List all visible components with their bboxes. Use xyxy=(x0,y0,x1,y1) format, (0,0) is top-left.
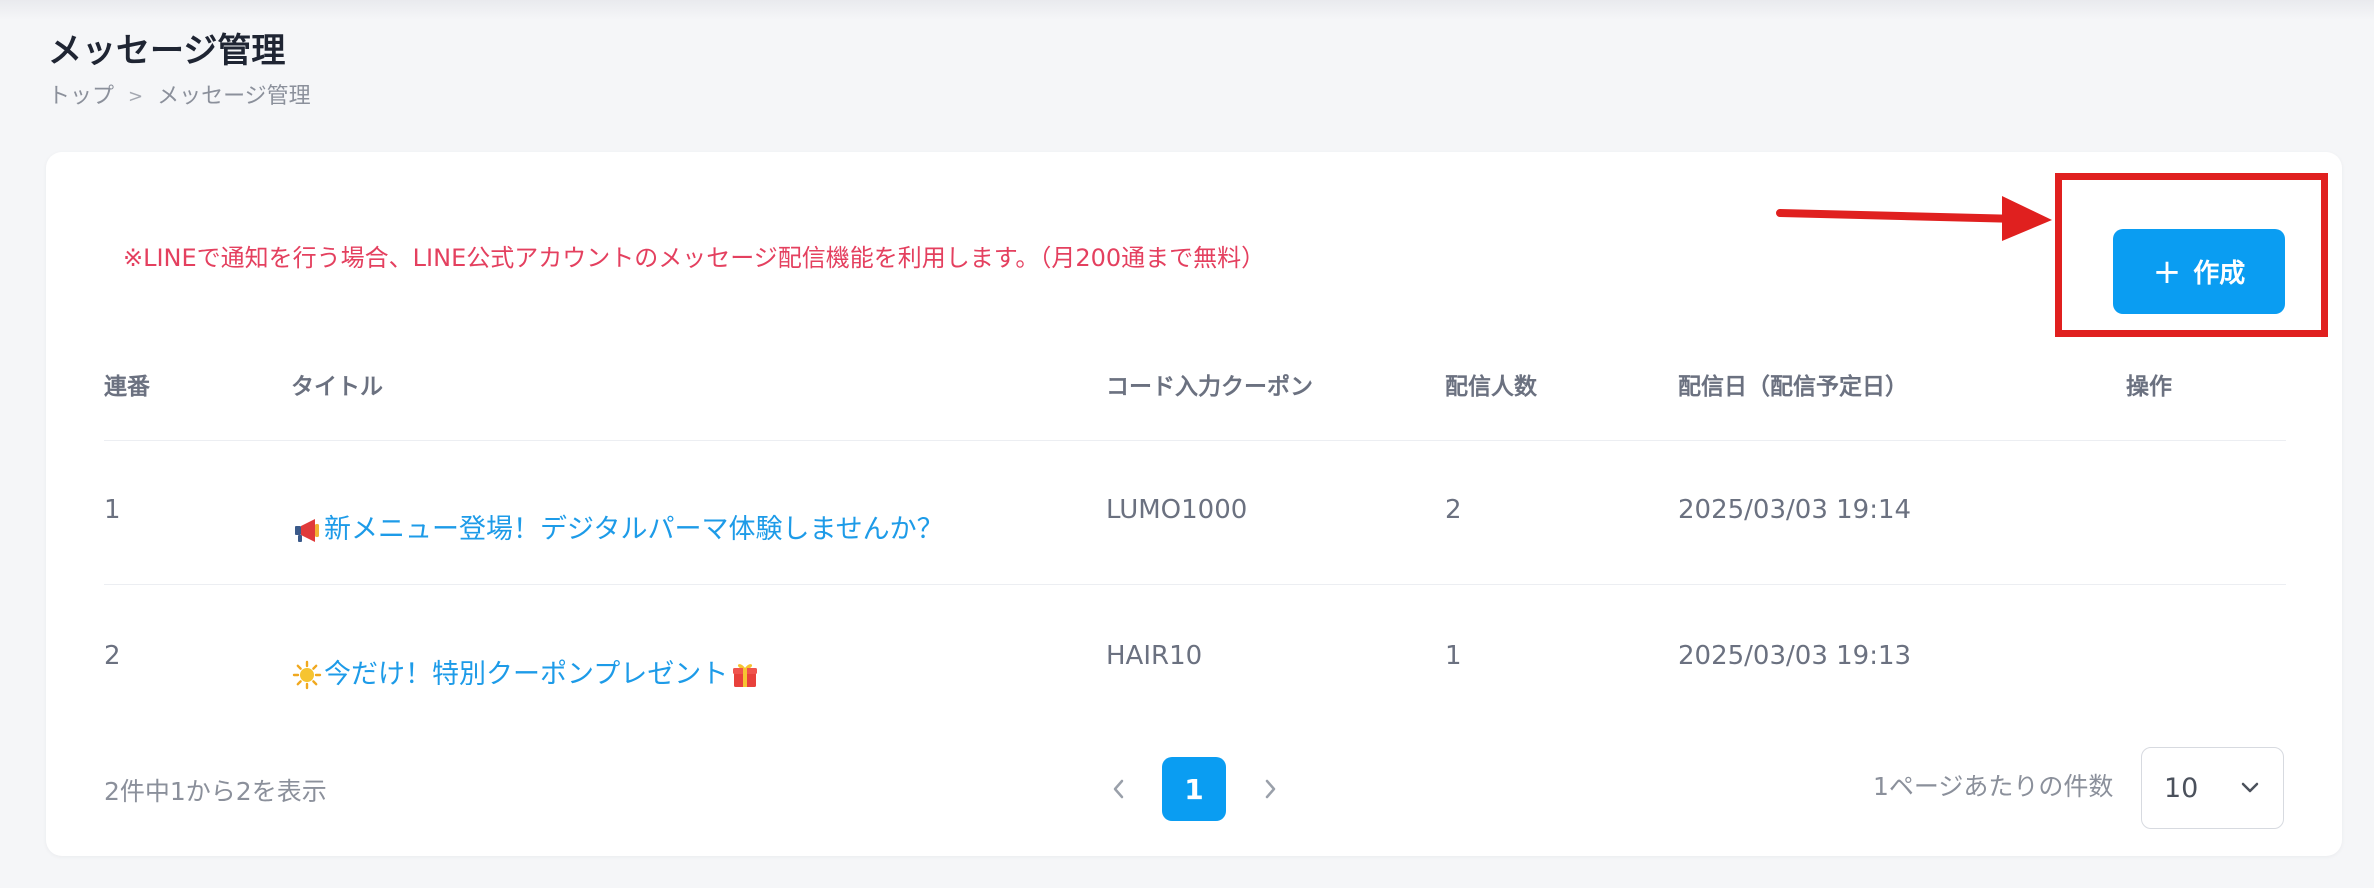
page-number-button[interactable]: 1 xyxy=(1162,757,1226,821)
breadcrumb-home-link[interactable]: トップ xyxy=(48,82,114,112)
column-header-date: 配信日（配信予定日） xyxy=(1678,374,1908,400)
coupon-code: HAIR10 xyxy=(1106,641,1203,671)
next-page-button[interactable] xyxy=(1250,764,1290,814)
sun-icon xyxy=(292,660,322,690)
top-shade xyxy=(0,0,2374,20)
coupon-code: LUMO1000 xyxy=(1106,495,1248,525)
recipient-count: 1 xyxy=(1445,641,1462,671)
per-page-select[interactable]: 10 xyxy=(2141,747,2284,829)
message-title-text: 今だけ！特別クーポンプレゼント xyxy=(324,659,729,690)
row-divider xyxy=(104,584,2286,585)
previous-page-button[interactable] xyxy=(1099,764,1139,814)
message-title-link[interactable]: 今だけ！特別クーポンプレゼント xyxy=(292,656,760,694)
column-header-no: 連番 xyxy=(104,374,150,400)
gift-icon xyxy=(733,664,758,687)
table-header-divider xyxy=(104,440,2286,441)
message-title-text: 新メニュー登場！デジタルパーマ体験しませんか？ xyxy=(324,514,944,545)
per-page-label: 1ページあたりの件数 xyxy=(1873,772,2114,801)
row-number: 2 xyxy=(104,641,121,671)
annotation-arrow xyxy=(1776,196,2052,241)
delivery-date: 2025/03/03 19:13 xyxy=(1678,641,1912,671)
delivery-date: 2025/03/03 19:14 xyxy=(1678,495,1912,525)
recipient-count: 2 xyxy=(1445,495,1462,525)
breadcrumb-separator: > xyxy=(128,86,144,107)
column-header-recipients: 配信人数 xyxy=(1445,374,1537,400)
message-title-link[interactable]: 新メニュー登場！デジタルパーマ体験しませんか？ xyxy=(292,511,944,549)
column-header-coupon: コード入力クーポン xyxy=(1106,374,1313,400)
create-button-label: 作成 xyxy=(2193,259,2246,289)
row-number: 1 xyxy=(104,495,121,525)
breadcrumb-current: メッセージ管理 xyxy=(157,84,311,109)
chevron-left-icon xyxy=(1113,779,1124,799)
megaphone-icon xyxy=(295,519,319,542)
chevron-down-icon xyxy=(2241,782,2259,793)
chevron-right-icon xyxy=(1265,779,1276,799)
pagination-summary: 2件中1から2を表示 xyxy=(104,777,327,806)
page-title: メッセージ管理 xyxy=(48,31,286,71)
breadcrumb: トップ > メッセージ管理 xyxy=(48,82,311,112)
plus-icon: + xyxy=(2152,251,2182,292)
create-button[interactable]: + 作成 xyxy=(2113,229,2285,314)
per-page-value: 10 xyxy=(2164,772,2199,804)
column-header-title: タイトル xyxy=(291,374,383,400)
column-header-actions: 操作 xyxy=(2126,374,2172,400)
line-notice-text: ※LINEで通知を行う場合、LINE公式アカウントのメッセージ配信機能を利用しま… xyxy=(123,244,1266,272)
